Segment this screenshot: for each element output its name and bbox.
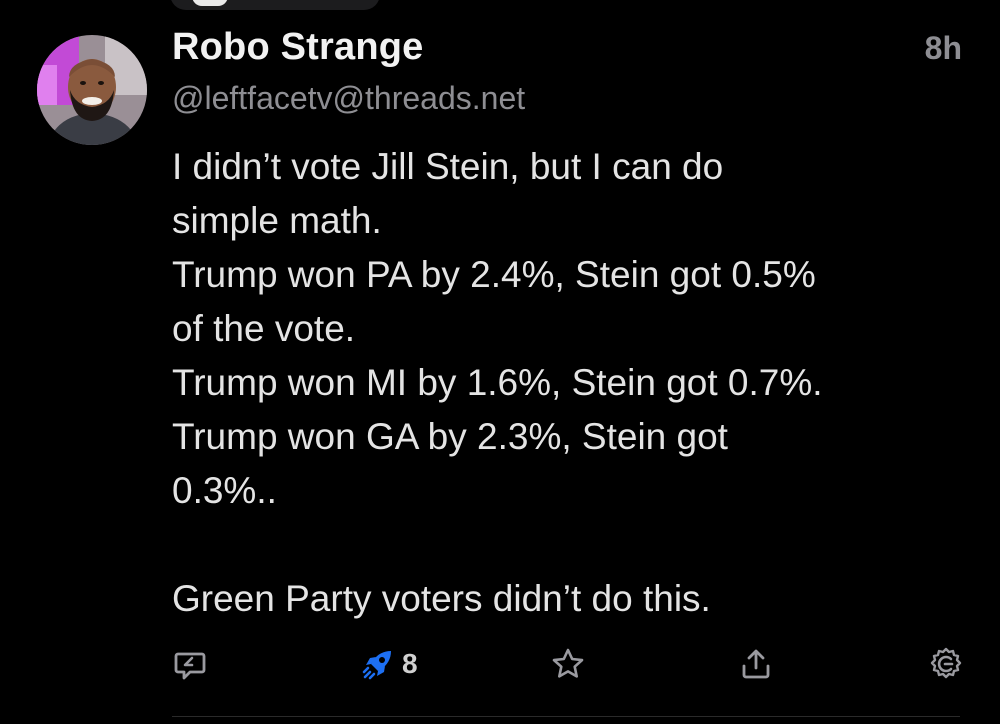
boost-count: 8	[402, 648, 418, 679]
post-line: I didn’t vote Jill Stein, but I can do	[172, 146, 724, 187]
reply-button[interactable]	[172, 640, 208, 688]
post-body: I didn’t vote Jill Stein, but I can do s…	[172, 140, 972, 626]
reply-bubble-icon	[174, 652, 206, 680]
share-button[interactable]	[738, 640, 774, 688]
post-line: Green Party voters didn’t do this.	[172, 578, 711, 619]
post-line: simple math.	[172, 200, 382, 241]
star-icon	[552, 648, 584, 678]
more-options-button[interactable]	[928, 640, 964, 688]
action-bar: 8	[0, 640, 1000, 688]
post-card: Robo Strange @leftfacetv@threads.net 8h …	[0, 0, 1000, 724]
post-line: 0.3%..	[172, 470, 277, 511]
toggle-knob	[192, 0, 228, 6]
rocket-icon	[362, 651, 391, 680]
gear-icon	[930, 647, 962, 679]
author-display-name[interactable]: Robo Strange	[172, 26, 424, 69]
post-line: Trump won MI by 1.6%, Stein got 0.7%.	[172, 362, 823, 403]
top-toggle-pill[interactable]	[170, 0, 380, 10]
author-handle[interactable]: @leftfacetv@threads.net	[172, 80, 525, 117]
favorite-button[interactable]	[550, 640, 586, 688]
share-upload-icon	[742, 649, 770, 679]
avatar[interactable]	[37, 35, 147, 145]
post-line: Trump won PA by 2.4%, Stein got 0.5%	[172, 254, 816, 295]
post-line: Trump won GA by 2.3%, Stein got	[172, 416, 728, 457]
boost-button[interactable]: 8	[360, 640, 418, 688]
post-timestamp[interactable]: 8h	[925, 30, 962, 67]
post-line-blank	[172, 518, 972, 572]
bottom-divider	[172, 716, 960, 717]
post-line: of the vote.	[172, 308, 356, 349]
